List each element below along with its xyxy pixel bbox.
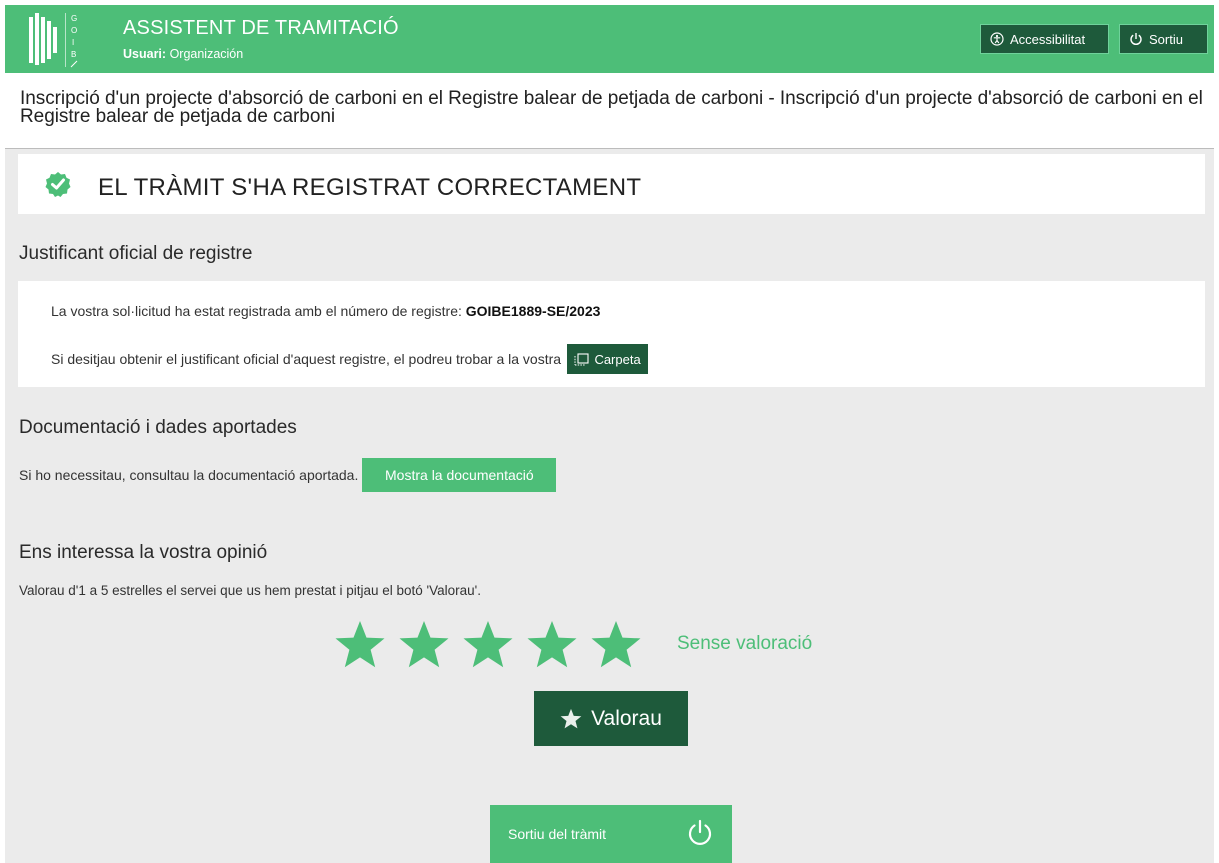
procedure-title: Inscripció d'un projecte d'absorció de c…: [20, 88, 1203, 127]
rating-status: Sense valoració: [677, 633, 813, 654]
carpeta-label: Carpeta: [594, 351, 641, 367]
logo-letter: G: [71, 14, 77, 23]
user-name: Organización: [169, 47, 244, 61]
submit-rating-label: Valorau: [591, 706, 662, 730]
logo-letter: O: [71, 26, 77, 35]
star-rating: [334, 619, 654, 671]
app-title: ASSISTENT DE TRAMITACIÓ: [123, 17, 399, 39]
logo-letter: I: [72, 38, 74, 47]
accessibility-icon: [990, 32, 1004, 46]
star-icon[interactable]: [526, 619, 578, 671]
check-badge-icon: [45, 172, 71, 197]
star-icon[interactable]: [590, 619, 642, 671]
show-documentation-button[interactable]: Mostra la documentació: [362, 458, 557, 492]
power-icon: [1130, 33, 1142, 46]
carpeta-button[interactable]: Carpeta: [567, 344, 649, 374]
logout-button[interactable]: Sortiu: [1119, 24, 1208, 54]
star-icon: [560, 708, 582, 728]
registry-number: GOIBE1889-SE/2023: [465, 303, 601, 319]
user-label: Usuari:: [123, 47, 167, 61]
user-info: Usuari: Organización: [123, 47, 243, 61]
power-icon: [688, 819, 712, 845]
logout-label: Sortiu: [1149, 31, 1183, 47]
documentation-heading: Documentació i dades aportades: [19, 417, 297, 438]
success-message: EL TRÀMIT S'HA REGISTRAT CORRECTAMENT: [98, 174, 642, 201]
registry-receipt-text: Si desitjau obtenir el justificant ofici…: [51, 351, 562, 367]
registry-heading: Justificant oficial de registre: [19, 243, 253, 264]
registry-box: La vostra sol·licitud ha estat registrad…: [18, 281, 1205, 387]
registry-number-text: La vostra sol·licitud ha estat registrad…: [51, 303, 462, 319]
star-icon[interactable]: [334, 619, 386, 671]
logo-letter: B: [71, 50, 76, 59]
app-header: G O I B ASSISTENT DE TRAMITACIÓ Usuari: …: [5, 5, 1214, 73]
goib-logo: G O I B: [29, 13, 78, 68]
registry-number-line: La vostra sol·licitud ha estat registrad…: [51, 303, 600, 319]
star-icon[interactable]: [462, 619, 514, 671]
folder-icon: [574, 352, 589, 365]
rating-heading: Ens interessa la vostra opinió: [19, 542, 268, 563]
success-banner: EL TRÀMIT S'HA REGISTRAT CORRECTAMENT: [18, 154, 1205, 214]
exit-procedure-label: Sortiu del tràmit: [508, 826, 607, 842]
documentation-line: Si ho necessitau, consultau la documenta…: [19, 458, 557, 492]
rating-instructions: Valorau d'1 a 5 estrelles el servei que …: [19, 583, 481, 598]
accessibility-button[interactable]: Accessibilitat: [980, 24, 1109, 54]
exit-procedure-button[interactable]: Sortiu del tràmit: [490, 805, 732, 863]
main-panel: EL TRÀMIT S'HA REGISTRAT CORRECTAMENT Ju…: [5, 148, 1214, 863]
documentation-text: Si ho necessitau, consultau la documenta…: [19, 467, 359, 483]
submit-rating-button[interactable]: Valorau: [534, 691, 688, 746]
star-icon[interactable]: [398, 619, 450, 671]
registry-receipt-line: Si desitjau obtenir el justificant ofici…: [51, 344, 649, 374]
accessibility-label: Accessibilitat: [1010, 31, 1086, 47]
